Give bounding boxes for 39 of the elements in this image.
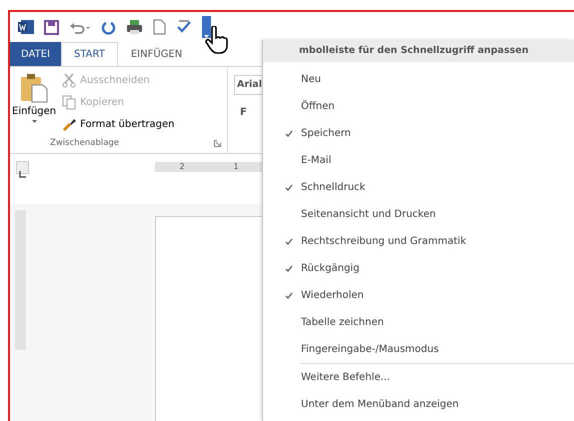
menu-item[interactable]: Weitere Befehle... [263,364,574,391]
menu-item[interactable]: Fingereingabe-/Mausmodus [263,336,574,363]
menu-item[interactable]: Tabelle zeichnen [263,309,574,336]
menu-item[interactable]: Seitenansicht und Drucken [263,201,574,228]
refresh-icon[interactable] [101,20,116,34]
caret-icon [32,120,37,123]
ribbon-tab[interactable]: EINFÜGEN [118,42,196,66]
paste-button[interactable]: Einfügen [10,67,60,137]
menu-item[interactable]: Wiederholen [263,282,574,309]
save-icon[interactable] [44,20,59,34]
menu-item[interactable]: Speichern [263,120,574,147]
spelling-check-icon[interactable] [176,19,192,35]
copy-icon [62,94,76,110]
ribbon-command[interactable]: Format übertragen [60,116,175,132]
scissors-icon [62,72,76,88]
file-tab[interactable]: DATEI [10,42,61,66]
menu-title: mbolleiste für den Schnellzugriff anpassen [263,40,574,62]
clipboard-icon [20,73,48,103]
menu-item[interactable]: Rückgängig [263,255,574,282]
ruler-number: 1 [233,162,239,172]
word-logo-icon[interactable] [18,19,34,35]
customize-dropdown-button[interactable] [202,16,211,38]
tab-stop-icon [19,171,26,178]
caret-icon [204,35,209,38]
group-label: Zwischenablage [50,137,120,150]
bold-button[interactable]: F [234,105,264,120]
menu-item[interactable]: Neu [263,66,574,93]
hand-cursor-icon [204,26,228,56]
menu-item[interactable]: Unter dem Menüband anzeigen [263,391,574,418]
menu-item[interactable]: Öffnen [263,93,574,120]
brush-icon [62,116,76,132]
menu-item[interactable]: Schnelldruck [263,174,574,201]
dialog-launcher-icon[interactable] [214,140,221,147]
menu-item[interactable]: E-Mail [263,147,574,174]
ribbon-tab[interactable]: START [60,42,118,66]
menu-item[interactable]: Rechtschreibung und Grammatik [263,228,574,255]
page-icon[interactable] [153,19,166,35]
ruler-number: 2 [179,162,185,172]
printer-icon[interactable] [126,19,143,35]
